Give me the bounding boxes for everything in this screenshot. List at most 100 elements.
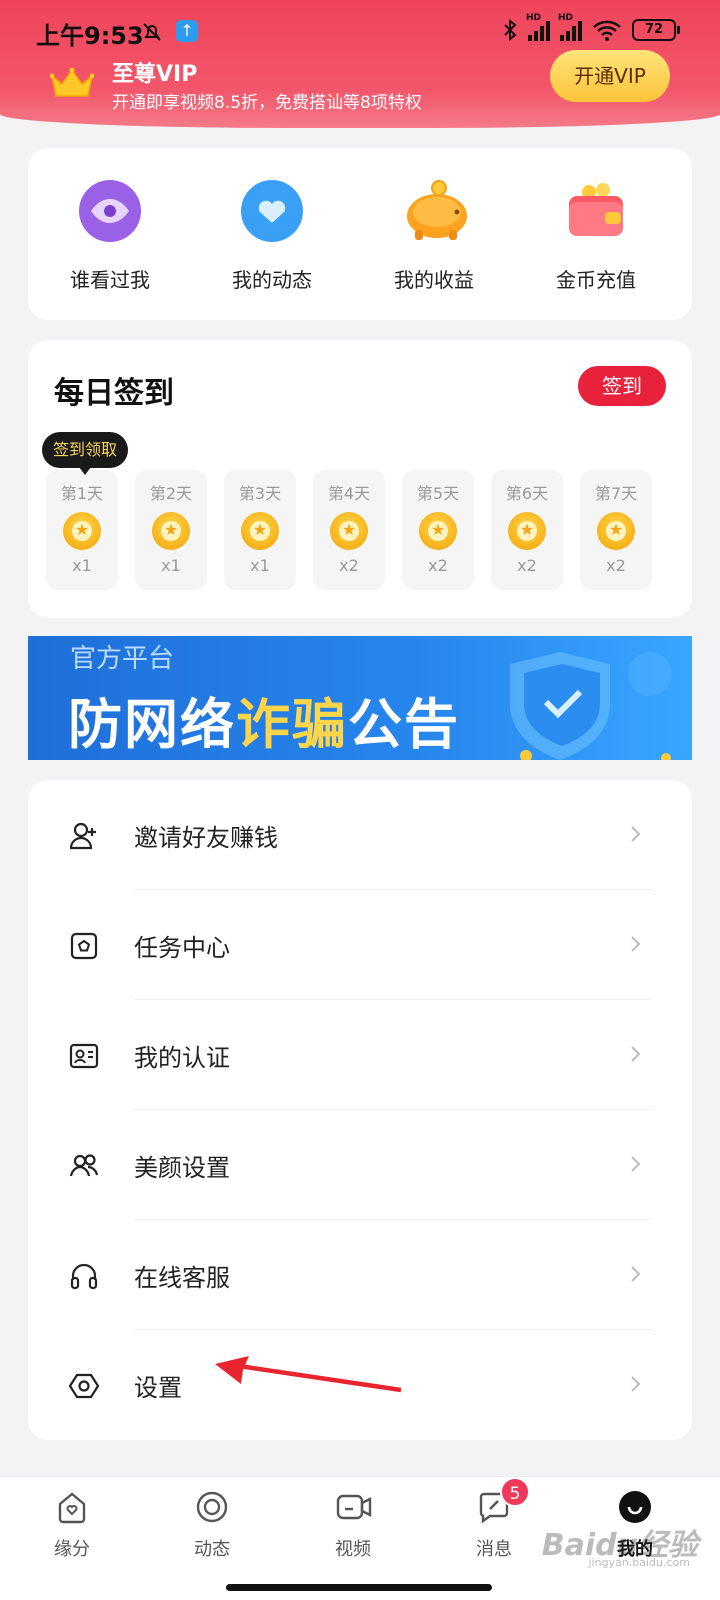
- nav-label: 动态: [194, 1539, 230, 1560]
- people-icon: [68, 1150, 100, 1182]
- menu-label: 设置: [134, 1374, 182, 1402]
- chevron-right-icon: [630, 824, 642, 848]
- menu-label: 任务中心: [134, 934, 230, 962]
- signal-icon: HD: [558, 13, 582, 41]
- banner-subtitle: 官方平台: [70, 644, 175, 674]
- add-user-icon: [68, 820, 100, 852]
- wallet-icon: [563, 178, 629, 244]
- nav-tab-fate[interactable]: 缘分: [27, 1489, 117, 1561]
- nav-label: 消息: [476, 1539, 512, 1560]
- day-label: 第2天: [149, 484, 193, 503]
- home-heart-icon: [54, 1489, 90, 1525]
- vip-title: 至尊VIP: [112, 62, 198, 87]
- day-reward: x2: [517, 556, 537, 575]
- signal-icon: HD: [526, 13, 550, 41]
- day-reward: x1: [161, 556, 181, 575]
- chevron-right-icon: [630, 1044, 642, 1068]
- status-time: 上午9:53: [36, 22, 144, 50]
- coin-icon: [597, 512, 635, 550]
- menu-item-invite[interactable]: 邀请好友赚钱: [28, 780, 692, 890]
- checkin-tooltip: 签到领取: [42, 432, 128, 475]
- banner-title: 防网络诈骗公告: [68, 693, 460, 756]
- day-label: 第5天: [416, 484, 460, 503]
- shield-icon: [490, 644, 680, 760]
- home-indicator[interactable]: [226, 1584, 492, 1591]
- chevron-right-icon: [630, 1374, 642, 1398]
- video-icon: [335, 1489, 372, 1525]
- day-reward: x1: [72, 556, 92, 575]
- checkin-day[interactable]: 第3天 x1: [224, 470, 296, 590]
- piggy-bank-icon: [401, 178, 467, 244]
- day-label: 第6天: [505, 484, 549, 503]
- checkin-day[interactable]: 第5天 x2: [402, 470, 474, 590]
- bluetooth-icon: [504, 18, 517, 42]
- checkin-day[interactable]: 第7天 x2: [580, 470, 652, 590]
- day-label: 第3天: [238, 484, 282, 503]
- day-reward: x1: [250, 556, 270, 575]
- coin-icon: [508, 512, 546, 550]
- nav-tab-video[interactable]: 视频: [308, 1489, 398, 1561]
- day-label: 第4天: [327, 484, 371, 503]
- day-label: 第1天: [60, 484, 104, 503]
- checkin-day[interactable]: 第4天 x2: [313, 470, 385, 590]
- coin-icon: [241, 512, 279, 550]
- nav-tab-messages[interactable]: 5 消息: [449, 1477, 539, 1561]
- quick-action-visitors[interactable]: 谁看过我: [40, 178, 180, 293]
- checkin-button[interactable]: 签到: [578, 366, 666, 406]
- menu-item-support[interactable]: 在线客服: [28, 1220, 692, 1330]
- nav-label: 缘分: [54, 1539, 90, 1560]
- quick-action-label: 金币充值: [556, 268, 636, 292]
- daily-checkin-card: 每日签到 签到 第1天 x1 第2天 x1 第3天 x1 第4天 x2 第5天 …: [28, 340, 692, 618]
- quick-action-label: 谁看过我: [70, 268, 150, 292]
- menu-item-tasks[interactable]: 任务中心: [28, 890, 692, 1000]
- open-vip-button[interactable]: 开通VIP: [550, 50, 670, 102]
- quick-action-label: 我的动态: [232, 268, 312, 292]
- day-reward: x2: [339, 556, 359, 575]
- quick-action-earnings[interactable]: 我的收益: [364, 178, 504, 293]
- coin-icon: [330, 512, 368, 550]
- menu-item-beauty[interactable]: 美颜设置: [28, 1110, 692, 1220]
- coin-icon: [419, 512, 457, 550]
- chevron-right-icon: [630, 1264, 642, 1288]
- eye-icon: [77, 178, 143, 244]
- checkin-day[interactable]: 第2天 x1: [135, 470, 207, 590]
- settings-menu: 邀请好友赚钱 任务中心 我的认证 美颜设置 在线客服 设置: [28, 780, 692, 1440]
- quick-actions-card: 谁看过我 我的动态 我的收益 金币充值: [28, 148, 692, 320]
- menu-item-verification[interactable]: 我的认证: [28, 1000, 692, 1110]
- nav-label: 视频: [335, 1539, 371, 1560]
- coin-icon: [152, 512, 190, 550]
- status-indicators: HD HD 72: [502, 13, 680, 42]
- battery-icon: 72: [632, 19, 680, 41]
- headset-icon: [68, 1260, 100, 1292]
- upload-icon: ↑: [176, 20, 198, 42]
- heart-icon: [239, 178, 305, 244]
- quick-action-recharge[interactable]: 金币充值: [526, 178, 666, 293]
- wifi-icon: [593, 20, 621, 41]
- menu-label: 我的认证: [134, 1044, 230, 1072]
- quick-action-moments[interactable]: 我的动态: [202, 178, 342, 293]
- vip-subtitle: 开通即享视频8.5折，免费搭讪等8项特权: [112, 93, 422, 113]
- crown-icon: [49, 67, 95, 102]
- day-reward: x2: [606, 556, 626, 575]
- chevron-right-icon: [630, 1154, 642, 1178]
- chevron-right-icon: [630, 934, 642, 958]
- settings-hexagon-icon: [68, 1370, 100, 1402]
- id-card-icon: [68, 1040, 100, 1072]
- unread-badge: 5: [500, 1477, 530, 1507]
- coin-icon: [63, 512, 101, 550]
- status-bar: 上午9:53 ↑ HD HD 72: [0, 13, 720, 54]
- day-reward: x2: [428, 556, 448, 575]
- checkin-day[interactable]: 第1天 x1: [46, 470, 118, 590]
- watermark-url: jingyan.baidu.com: [588, 1556, 690, 1569]
- message-icon: 5: [476, 1477, 530, 1525]
- quick-action-label: 我的收益: [394, 268, 474, 292]
- checkin-day[interactable]: 第6天 x2: [491, 470, 563, 590]
- menu-label: 邀请好友赚钱: [134, 824, 278, 852]
- task-icon: [68, 930, 100, 962]
- menu-label: 在线客服: [134, 1264, 230, 1292]
- day-label: 第7天: [594, 484, 638, 503]
- nav-tab-moments[interactable]: 动态: [167, 1489, 257, 1561]
- bell-muted-icon: [140, 20, 164, 48]
- anti-fraud-banner[interactable]: 官方平台 防网络诈骗公告: [28, 636, 692, 760]
- checkin-title: 每日签到: [54, 376, 174, 411]
